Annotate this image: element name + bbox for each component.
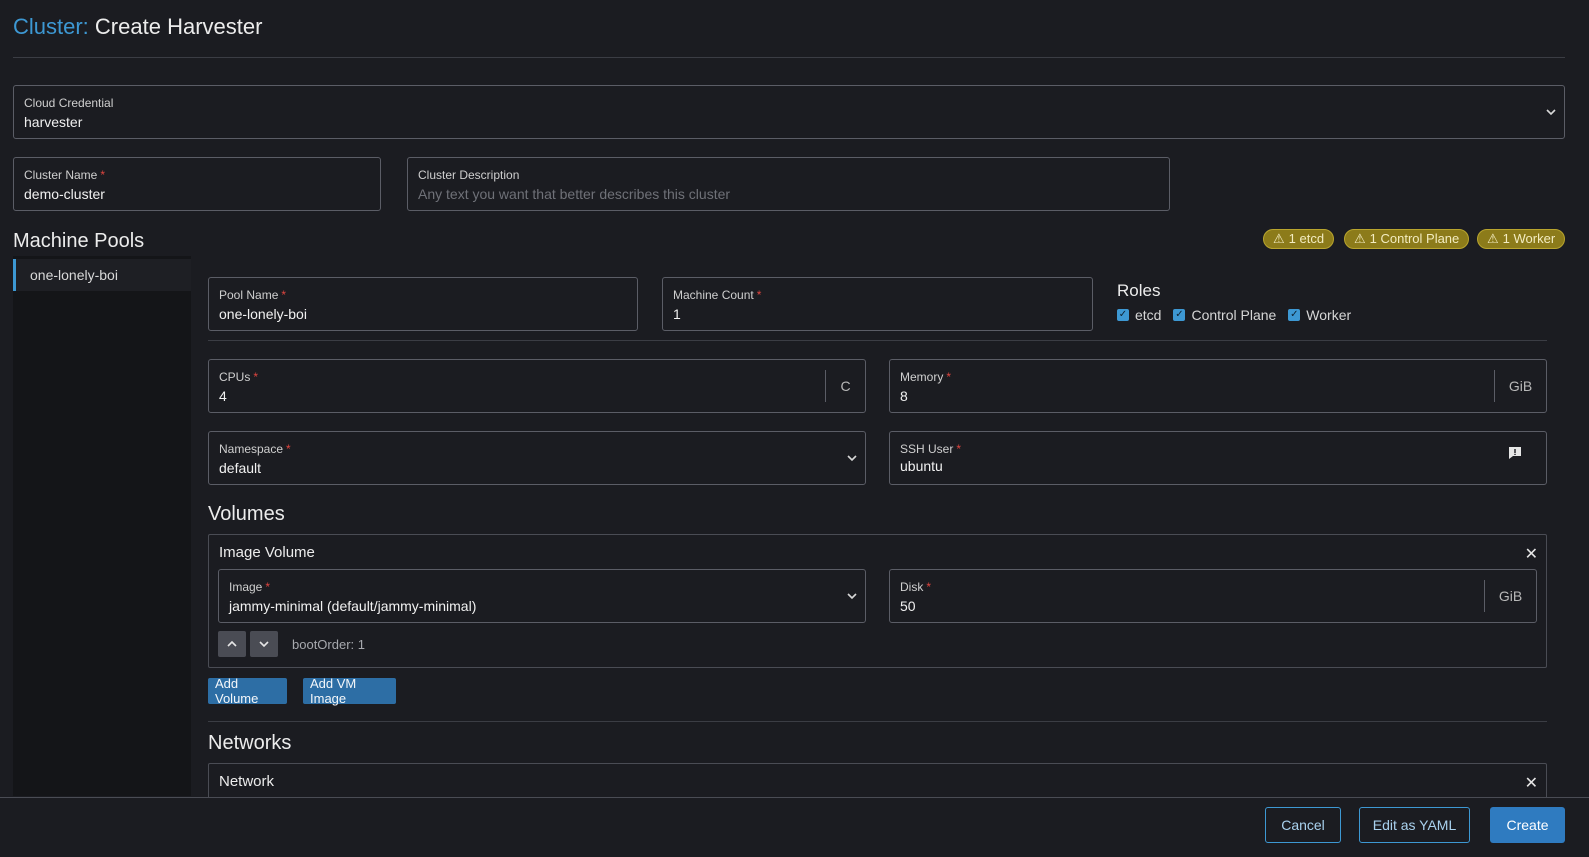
network-title: Network: [219, 773, 275, 790]
warning-icon: ⚠: [1487, 231, 1499, 246]
move-up-button[interactable]: [218, 631, 246, 657]
badge-control-plane: ⚠ 1 Control Plane: [1344, 229, 1470, 249]
ssh-user-field[interactable]: SSH User * ubuntu: [889, 431, 1547, 485]
role-worker-checkbox[interactable]: ✓ Worker: [1288, 307, 1351, 323]
required-marker: *: [286, 442, 291, 456]
role-etcd-checkbox[interactable]: ✓ etcd: [1117, 307, 1161, 323]
machine-count-value: 1: [673, 306, 681, 322]
machine-pools-sidebar: one-lonely-boi: [13, 256, 191, 796]
required-marker: *: [756, 288, 762, 302]
add-volume-button[interactable]: Add Volume: [208, 676, 287, 706]
cloud-credential-value: harvester: [24, 114, 83, 130]
close-icon[interactable]: ✕: [1525, 547, 1538, 563]
required-marker: *: [265, 580, 271, 594]
footer-bar: Cancel Edit as YAML Create: [0, 797, 1589, 857]
badge-worker: ⚠ 1 Worker: [1477, 229, 1566, 249]
roles-title: Roles: [1117, 281, 1161, 300]
required-marker: *: [946, 370, 952, 384]
chevron-down-icon: [259, 641, 269, 648]
cpus-unit: C: [825, 370, 865, 402]
required-marker: *: [926, 580, 932, 594]
machine-pools-title: Machine Pools: [13, 230, 145, 252]
cluster-description-label: Cluster Description: [418, 168, 520, 182]
disk-value: 50: [900, 598, 916, 614]
header-divider: [13, 57, 1565, 58]
image-value: jammy-minimal (default/jammy-minimal): [229, 598, 477, 614]
cloud-credential-label: Cloud Credential: [24, 96, 114, 110]
role-control-plane-label: Control Plane: [1191, 307, 1277, 323]
namespace-select[interactable]: Namespace * default: [208, 431, 866, 485]
edit-as-yaml-button[interactable]: Edit as YAML: [1359, 807, 1470, 843]
memory-field[interactable]: Memory * 8 GiB: [889, 359, 1547, 413]
machine-count-label: Machine Count: [673, 288, 754, 302]
info-icon[interactable]: [1508, 446, 1522, 465]
cpus-value: 4: [219, 388, 227, 404]
networks-title: Networks: [208, 732, 292, 754]
memory-value: 8: [900, 388, 908, 404]
chevron-down-icon: [845, 452, 859, 466]
pool-name-value: one-lonely-boi: [219, 306, 307, 322]
cluster-description-placeholder: Any text you want that better describes …: [418, 186, 731, 202]
role-control-plane-checkbox[interactable]: ✓ Control Plane: [1173, 307, 1276, 323]
checkbox-checked-icon: ✓: [1288, 309, 1301, 321]
cluster-name-label: Cluster Name: [24, 168, 98, 182]
chevron-down-icon: [1544, 106, 1558, 120]
image-select[interactable]: Image * jammy-minimal (default/jammy-mini…: [218, 569, 866, 623]
cluster-name-field[interactable]: Cluster Name * demo-cluster: [13, 157, 381, 211]
memory-label: Memory: [900, 370, 944, 384]
volumes-divider: [208, 721, 1547, 722]
role-etcd-label: etcd: [1135, 307, 1162, 323]
image-volume-title: Image Volume: [219, 544, 315, 561]
role-worker-label: Worker: [1306, 307, 1352, 323]
disk-unit: GiB: [1484, 580, 1536, 612]
page-title-prefix: Cluster:: [13, 14, 89, 39]
page-title-text: Create Harvester: [94, 14, 263, 39]
cluster-name-value: demo-cluster: [24, 186, 105, 202]
required-marker: *: [956, 442, 962, 456]
create-button[interactable]: Create: [1490, 807, 1565, 843]
badge-etcd: ⚠ 1 etcd: [1263, 229, 1335, 249]
required-marker: *: [281, 288, 287, 302]
image-label: Image: [229, 580, 263, 594]
checkbox-checked-icon: ✓: [1173, 309, 1186, 321]
pool-name-label: Pool Name: [219, 288, 279, 302]
chevron-down-icon: [845, 590, 859, 604]
ssh-user-label: SSH User: [900, 442, 954, 456]
volumes-title: Volumes: [208, 503, 285, 525]
warning-icon: ⚠: [1354, 231, 1366, 246]
disk-field[interactable]: Disk * 50 GiB: [889, 569, 1537, 623]
disk-label: Disk: [900, 580, 924, 594]
ssh-user-value: ubuntu: [900, 458, 943, 474]
move-down-button[interactable]: [250, 631, 278, 657]
cloud-credential-select[interactable]: Cloud Credential harvester: [13, 85, 1565, 139]
add-vm-image-button[interactable]: Add VM Image: [303, 676, 396, 706]
warning-icon: ⚠: [1273, 231, 1285, 246]
required-marker: *: [253, 370, 259, 384]
close-icon[interactable]: ✕: [1525, 776, 1538, 792]
machine-count-field[interactable]: Machine Count * 1: [662, 277, 1093, 331]
required-marker: *: [100, 168, 106, 182]
roles-group: ✓ etcd ✓ Control Plane ✓ Worker: [1117, 307, 1351, 323]
chevron-up-icon: [227, 640, 237, 647]
cpus-label: CPUs: [219, 370, 251, 384]
pool-divider: [208, 340, 1547, 341]
cluster-description-field[interactable]: Cluster Description Any text you want th…: [407, 157, 1170, 211]
page-title: Cluster: Create Harvester: [13, 14, 262, 40]
checkbox-checked-icon: ✓: [1117, 309, 1129, 321]
memory-unit: GiB: [1494, 370, 1546, 402]
pool-name-field[interactable]: Pool Name * one-lonely-boi: [208, 277, 638, 331]
cancel-button[interactable]: Cancel: [1265, 807, 1341, 843]
cpus-field[interactable]: CPUs * 4 C: [208, 359, 866, 413]
namespace-label: Namespace: [219, 442, 284, 456]
boot-order-label: bootOrder: 1: [292, 637, 365, 652]
sidebar-item-one-lonely-boi[interactable]: one-lonely-boi: [13, 259, 191, 291]
namespace-value: default: [219, 460, 262, 476]
